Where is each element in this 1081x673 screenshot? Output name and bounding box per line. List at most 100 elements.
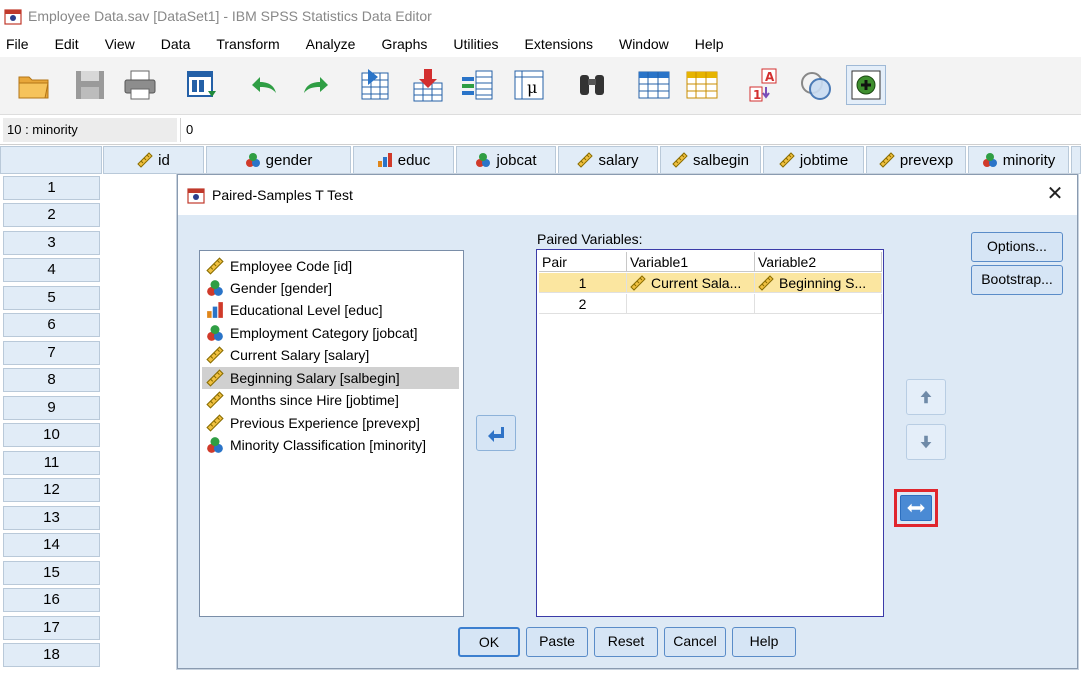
list-item[interactable]: Months since Hire [jobtime] [202,389,459,411]
reset-button[interactable]: Reset [594,627,658,657]
column-header-gender[interactable]: gender [206,146,351,174]
find-icon[interactable] [572,65,612,105]
menu-window[interactable]: Window [613,36,669,52]
row-header[interactable]: 12 [3,478,100,502]
move-up-button[interactable] [906,379,946,415]
column-header-salbegin[interactable]: salbegin [660,146,761,174]
spss-app-icon [4,7,22,25]
menu-edit[interactable]: Edit [49,36,79,52]
paste-button[interactable]: Paste [526,627,588,657]
list-item[interactable]: Previous Experience [prevexp] [202,412,459,434]
column-header-jobtime[interactable]: jobtime [763,146,864,174]
column-header-prevexp[interactable]: prevexp [866,146,966,174]
menu-extensions[interactable]: Extensions [519,36,593,52]
pair-variable2[interactable] [755,294,882,314]
pair-number: 2 [539,294,627,314]
table-row-selected[interactable]: 1 Current Sala... Beginning S... [539,273,882,293]
variables-icon[interactable] [458,65,498,105]
menu-utilities[interactable]: Utilities [447,36,498,52]
menu-analyze[interactable]: Analyze [300,36,356,52]
move-down-button[interactable] [906,424,946,460]
cancel-button[interactable]: Cancel [664,627,726,657]
row-header[interactable]: 15 [3,561,100,585]
value-labels-icon[interactable]: A1 [744,65,784,105]
list-item-selected[interactable]: Beginning Salary [salbegin] [202,367,459,389]
column-header-minority[interactable]: minority [968,146,1069,174]
spelling-icon[interactable] [846,65,886,105]
options-button[interactable]: Options... [971,232,1063,262]
row-header[interactable]: 17 [3,616,100,640]
row-header[interactable]: 13 [3,506,100,530]
insert-cases-icon[interactable] [634,65,674,105]
row-header[interactable]: 2 [3,203,100,227]
cell-value-input[interactable]: 0 [180,118,1080,142]
column-header-salary[interactable]: salary [558,146,658,174]
swap-variables-button[interactable] [900,495,932,521]
menu-bar: File Edit View Data Transform Analyze Gr… [0,31,1081,57]
row-header[interactable]: 10 [3,423,100,447]
insert-variable-icon[interactable] [682,65,722,105]
use-sets-icon[interactable] [796,65,836,105]
paired-variables-table[interactable]: Pair Variable1 Variable2 1 Current Sala.… [536,249,884,617]
row-header[interactable]: 9 [3,396,100,420]
row-header[interactable]: 1 [3,176,100,200]
redo-icon[interactable] [296,65,336,105]
undo-icon[interactable] [244,65,284,105]
row-header[interactable]: 8 [3,368,100,392]
open-folder-icon[interactable] [14,65,54,105]
pair-variable1[interactable] [627,294,755,314]
column-header-label: salbegin [693,151,749,169]
column-header-jobcat[interactable]: jobcat [456,146,556,174]
menu-transform[interactable]: Transform [210,36,279,52]
column-header-id[interactable]: id [103,146,204,174]
pair-variable1[interactable]: Current Sala... [627,273,755,293]
row-header[interactable]: 14 [3,533,100,557]
close-icon[interactable]: ✕ [1045,184,1065,204]
list-item[interactable]: Minority Classification [minority] [202,434,459,456]
menu-view[interactable]: View [99,36,135,52]
row-header[interactable]: 7 [3,341,100,365]
list-item[interactable]: Educational Level [educ] [202,299,459,321]
list-item[interactable]: Current Salary [salary] [202,344,459,366]
list-item[interactable]: Employment Category [jobcat] [202,322,459,344]
column-header-educ[interactable]: educ [353,146,454,174]
dialog-title: Paired-Samples T Test [212,187,353,203]
scale-ruler-icon [672,152,688,168]
menu-file[interactable]: File [0,36,29,52]
goto-case-icon[interactable] [356,65,396,105]
scale-ruler-icon [779,152,795,168]
row-header[interactable]: 18 [3,643,100,667]
column-header-label: jobtime [799,151,849,169]
list-item-label: Employee Code [id] [230,258,353,274]
menu-help[interactable]: Help [689,36,724,52]
move-variable-button[interactable] [476,415,516,451]
bootstrap-button[interactable]: Bootstrap... [971,265,1063,295]
column-header-partial[interactable] [1071,146,1081,174]
row-header[interactable]: 11 [3,451,100,475]
row-header[interactable]: 6 [3,313,100,337]
nominal-icon [476,153,491,167]
row-header[interactable]: 5 [3,286,100,310]
source-variable-list[interactable]: Employee Code [id] Gender [gender] Educa… [199,250,464,617]
row-header[interactable]: 4 [3,258,100,282]
table-row[interactable]: 2 [539,294,882,314]
list-item[interactable]: Employee Code [id] [202,255,459,277]
save-icon[interactable] [70,65,110,105]
dialog-recall-icon[interactable] [182,65,222,105]
arrow-up-icon [920,390,932,404]
goto-variable-icon[interactable] [408,65,448,105]
grid-corner[interactable] [0,146,102,174]
ok-button[interactable]: OK [458,627,520,657]
row-header[interactable]: 16 [3,588,100,612]
svg-text:μ: μ [527,78,537,97]
column-header-variable2: Variable2 [755,252,882,272]
row-header[interactable]: 3 [3,231,100,255]
pair-variable2[interactable]: Beginning S... [755,273,882,293]
list-item[interactable]: Gender [gender] [202,277,459,299]
cell-reference: 10 : minority [3,118,177,142]
menu-data[interactable]: Data [155,36,191,52]
menu-graphs[interactable]: Graphs [375,36,427,52]
print-icon[interactable] [120,65,160,105]
help-button[interactable]: Help [732,627,796,657]
custom-tables-icon[interactable]: μ [510,65,550,105]
